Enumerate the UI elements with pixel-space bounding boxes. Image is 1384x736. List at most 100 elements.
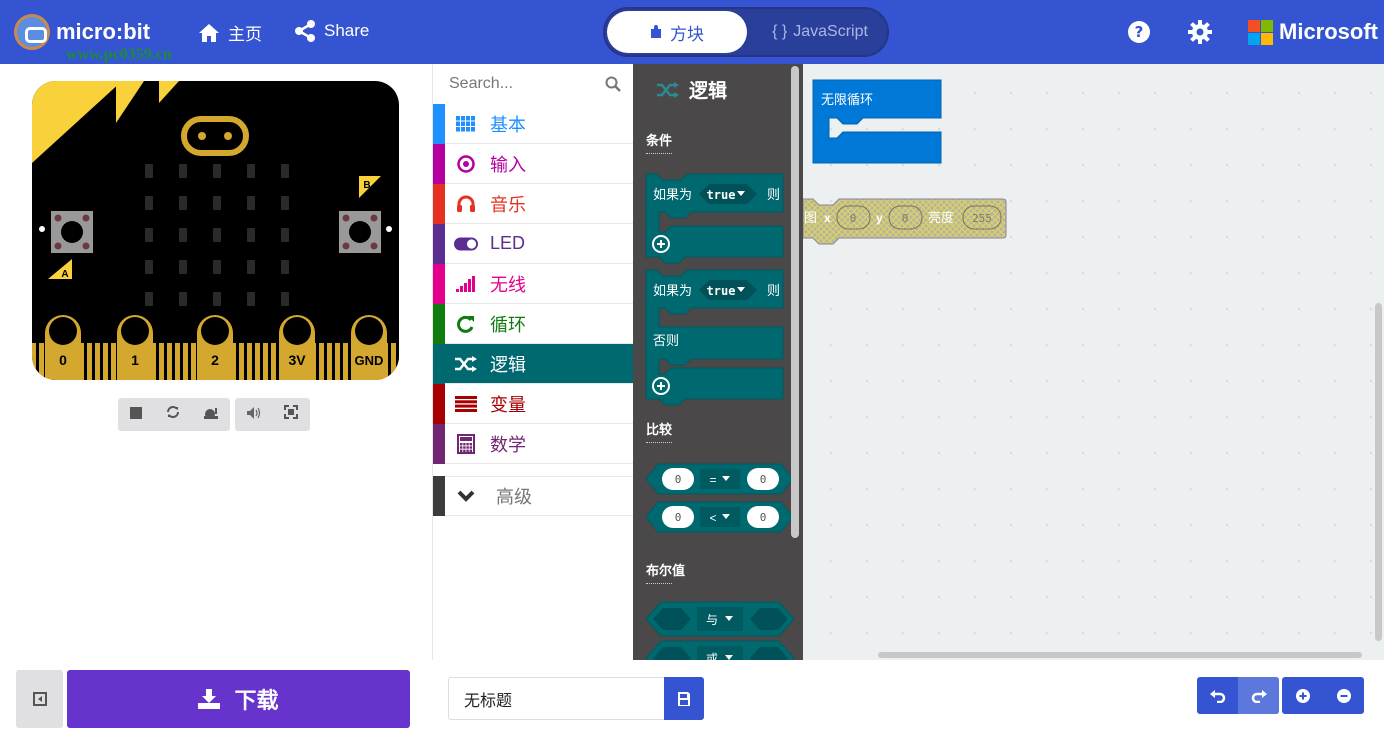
toolbox-category-0[interactable]: 基本 xyxy=(433,103,635,144)
workspace-horizontal-scrollbar[interactable] xyxy=(878,652,1362,658)
led xyxy=(145,292,153,306)
search-icon[interactable] xyxy=(605,76,621,92)
help-button[interactable]: ? xyxy=(1127,20,1151,44)
toolbox-category-2[interactable]: 音乐 xyxy=(433,183,635,224)
button-a[interactable] xyxy=(51,211,93,253)
category-label: 循环 xyxy=(490,314,526,335)
category-label: 无线 xyxy=(490,274,526,295)
stop-icon xyxy=(130,406,142,419)
toolbox-category-1[interactable]: 输入 xyxy=(433,143,635,184)
toolbox-category-3[interactable]: LED xyxy=(433,223,635,264)
simulator-controls-extra xyxy=(235,398,310,431)
toolbox-search-input[interactable]: Search... xyxy=(433,64,635,104)
toolbox-category-4[interactable]: 无线 xyxy=(433,263,635,304)
blocks-mode-button[interactable]: 方块 xyxy=(607,11,747,53)
slow-motion-button[interactable] xyxy=(204,406,218,424)
then-label: 则 xyxy=(767,284,780,299)
or-block[interactable]: 或 xyxy=(645,640,795,660)
y-label: y xyxy=(876,211,883,225)
y-input[interactable]: 0 xyxy=(902,212,909,225)
if-then-block[interactable]: 如果为 true 则 xyxy=(645,173,784,264)
plot-brightness-block-disabled[interactable]: 图 x 0 y 0 亮度 255 xyxy=(803,198,1007,245)
flyout-scrollbar[interactable] xyxy=(791,66,799,538)
pin-0[interactable]: 0 xyxy=(45,315,81,380)
snail-icon xyxy=(204,407,218,419)
toolbox-category-7[interactable]: 变量 xyxy=(433,383,635,424)
led-matrix xyxy=(145,164,289,306)
microbit-board: A B 0 1 2 3V GND xyxy=(32,81,399,380)
settings-button[interactable] xyxy=(1188,20,1212,44)
toggle-icon xyxy=(454,237,478,251)
stop-button[interactable] xyxy=(130,406,142,424)
led xyxy=(145,228,153,242)
compare-left-input[interactable]: 0 xyxy=(675,511,682,524)
category-label: 基本 xyxy=(490,114,526,135)
toolbox-category-5[interactable]: 循环 xyxy=(433,303,635,344)
mute-button[interactable] xyxy=(246,406,261,424)
pin-label: 2 xyxy=(211,352,219,368)
forever-block[interactable]: 无限循环 xyxy=(812,79,942,164)
toolbox: Search... 基本 输入 音乐 LED 无线 循环 逻辑 变量 数学 高级 xyxy=(432,64,635,660)
home-button[interactable]: 主页 xyxy=(198,20,262,45)
pin-GND[interactable]: GND xyxy=(351,315,387,380)
logo-touch[interactable] xyxy=(181,116,249,156)
share-button[interactable]: Share xyxy=(294,20,369,42)
toolbox-category-advanced[interactable]: 高级 xyxy=(433,476,635,516)
undo-button[interactable] xyxy=(1197,677,1238,714)
compare-equals-block[interactable]: 0 = 0 xyxy=(645,463,794,495)
x-input[interactable]: 0 xyxy=(850,212,857,225)
zoom-in-button[interactable] xyxy=(1282,677,1323,714)
operator-dropdown[interactable] xyxy=(700,507,740,527)
pin-3V[interactable]: 3V xyxy=(279,315,315,380)
simulator-controls xyxy=(118,398,230,431)
microsoft-logo[interactable]: Microsoft xyxy=(1248,19,1378,45)
blocks-workspace[interactable]: 无限循环 图 x 0 y 0 亮度 255 xyxy=(803,64,1384,660)
operator-dropdown[interactable] xyxy=(700,469,740,489)
watermark: www.pc0359.cn xyxy=(66,46,172,63)
flyout-blocks: 如果为 true 则 如果为 true 则 否则 0 = 0 0 < 0 与 或 xyxy=(645,173,795,660)
category-label: 高级 xyxy=(496,487,532,507)
operator-dropdown[interactable] xyxy=(697,607,743,631)
compare-left-input[interactable]: 0 xyxy=(675,473,682,486)
led xyxy=(281,260,289,274)
if-then-else-block[interactable]: 如果为 true 则 否则 xyxy=(645,269,784,406)
pin-2[interactable]: 2 xyxy=(197,315,233,380)
toolbox-category-8[interactable]: 数学 xyxy=(433,423,635,464)
list-icon xyxy=(454,395,478,412)
refresh-icon xyxy=(167,406,179,418)
led xyxy=(213,196,221,210)
pin-label: 3V xyxy=(288,352,306,368)
floppy-disk-icon xyxy=(678,691,690,706)
operator-dropdown[interactable] xyxy=(697,646,743,660)
fullscreen-button[interactable] xyxy=(284,405,299,424)
and-block[interactable]: 与 xyxy=(645,601,795,637)
pin-1[interactable]: 1 xyxy=(117,315,153,380)
home-label: 主页 xyxy=(228,25,262,44)
led xyxy=(145,196,153,210)
toolbox-category-6[interactable]: 逻辑 xyxy=(433,343,635,384)
brightness-input[interactable]: 255 xyxy=(972,212,992,225)
collapse-simulator-button[interactable] xyxy=(16,670,63,728)
redo-button[interactable] xyxy=(1238,677,1279,714)
logo-text: micro:bit xyxy=(56,19,151,44)
project-name-input[interactable]: 无标题 xyxy=(448,677,664,720)
microbit-board-graphic: A B 0 1 2 3V GND xyxy=(32,81,399,380)
zoom-out-button[interactable] xyxy=(1323,677,1364,714)
download-button[interactable]: 下载 xyxy=(67,670,410,728)
compare-less-than-block[interactable]: 0 < 0 xyxy=(645,501,794,533)
javascript-mode-button[interactable]: { } JavaScript xyxy=(755,11,885,53)
gear-icon xyxy=(1188,20,1212,44)
category-label: 逻辑 xyxy=(490,354,526,375)
restart-button[interactable] xyxy=(166,405,180,424)
pin-label: 1 xyxy=(131,352,139,368)
help-icon: ? xyxy=(1128,21,1150,43)
workspace-vertical-scrollbar[interactable] xyxy=(1375,303,1382,641)
undo-redo-group xyxy=(1197,677,1279,714)
compare-right-input[interactable]: 0 xyxy=(760,511,767,524)
operator-label: < xyxy=(709,511,716,525)
microbit-logo[interactable]: micro:bit xyxy=(14,14,150,50)
share-icon xyxy=(295,20,315,42)
compare-right-input[interactable]: 0 xyxy=(760,473,767,486)
save-button[interactable] xyxy=(664,677,704,720)
button-b[interactable] xyxy=(339,211,381,253)
